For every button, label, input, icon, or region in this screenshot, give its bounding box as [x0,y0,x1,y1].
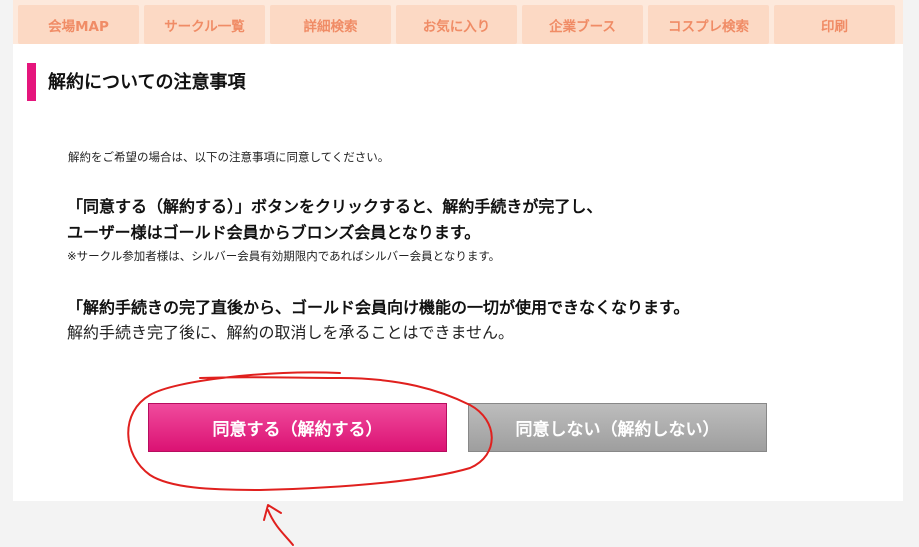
notice-line-3: 「解約手続きの完了直後から、ゴールド会員向け機能の一切が使用できなくなります。 [67,298,690,317]
decline-cancel-button[interactable]: 同意しない（解約しない） [468,403,767,452]
tab-advanced-search[interactable]: 詳細検索 [270,5,391,44]
notice-footnote: ※サークル参加者様は、シルバー会員有効期限内であればシルバー会員となります。 [67,249,501,263]
annotation-arrow [263,504,294,546]
tab-circle-list[interactable]: サークル一覧 [144,5,265,44]
notice-line-2: ユーザー様はゴールド会員からブロンズ会員となります。 [67,223,481,242]
notice-line-1: 「同意する（解約する）」ボタンをクリックすると、解約手続きが完了し、 [67,197,603,216]
tab-print[interactable]: 印刷 [774,5,895,44]
tab-cosplay-search[interactable]: コスプレ検索 [648,5,769,44]
tab-venue-map[interactable]: 会場MAP [18,5,139,44]
notice-line-4: 解約手続き完了後に、解約の取消しを承ることはできません。 [67,323,515,342]
page-title: 解約についての注意事項 [48,72,246,93]
title-accent-bar [27,63,36,101]
intro-text: 解約をご希望の場合は、以下の注意事項に同意してください。 [68,150,390,164]
tab-favorites[interactable]: お気に入り [396,5,517,44]
content-panel [13,44,903,501]
top-nav: 会場MAP サークル一覧 詳細検索 お気に入り 企業ブース コスプレ検索 印刷 [13,0,903,44]
tab-company-booth[interactable]: 企業ブース [522,5,643,44]
agree-cancel-button[interactable]: 同意する（解約する） [148,403,447,452]
